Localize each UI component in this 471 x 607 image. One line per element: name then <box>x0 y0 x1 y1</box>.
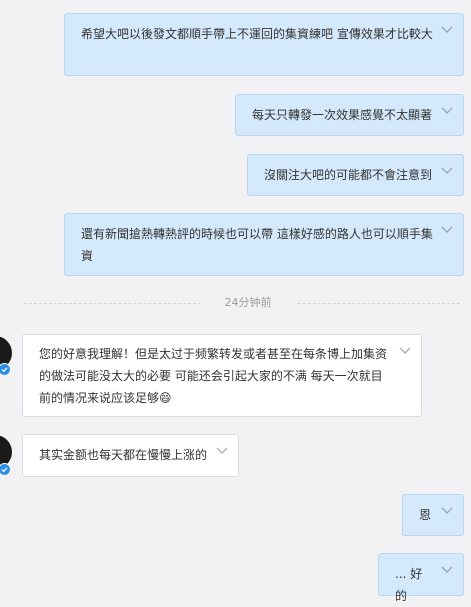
message-text: 每天只轉發一次效果感覺不太顯著 <box>252 108 433 122</box>
timestamp: 24分钟前 <box>200 295 296 311</box>
message-bubble-outgoing[interactable]: ... 好的 <box>378 553 464 603</box>
message-text: ... 好的 <box>395 567 423 603</box>
verified-badge-icon <box>0 363 11 376</box>
message-bubble-incoming[interactable]: 您的好意我理解！但是太过于频繁转发或者甚至在每条博上加集资的做法可能没太大的必要… <box>22 334 422 417</box>
chevron-down-icon[interactable] <box>441 226 453 234</box>
message-text: 還有新聞搶熱轉熱評的時候也可以帶 這樣好感的路人也可以順手集資 <box>81 227 433 263</box>
chevron-down-icon[interactable] <box>216 447 228 455</box>
message-bubble-outgoing[interactable]: 每天只轉發一次效果感覺不太顯著 <box>235 94 464 136</box>
message-text: 其实金额也每天都在慢慢上涨的 <box>39 448 208 462</box>
chevron-down-icon[interactable] <box>441 167 453 175</box>
chevron-down-icon[interactable] <box>441 107 453 115</box>
message-bubble-outgoing[interactable]: 恩 <box>402 494 464 536</box>
message-text: 希望大吧以後發文都順手帶上不運回的集資練吧 宣傳效果才比較大 <box>81 27 433 41</box>
message-bubble-outgoing[interactable]: 沒關注大吧的可能都不會注意到 <box>247 154 464 196</box>
chevron-down-icon[interactable] <box>441 507 453 515</box>
chevron-down-icon[interactable] <box>399 347 411 355</box>
chevron-down-icon[interactable] <box>441 566 453 574</box>
message-bubble-incoming[interactable]: 其实金额也每天都在慢慢上涨的 <box>22 434 239 477</box>
message-text: 沒關注大吧的可能都不會注意到 <box>264 168 433 182</box>
chevron-down-icon[interactable] <box>441 26 453 34</box>
message-text: 您的好意我理解！但是太过于频繁转发或者甚至在每条博上加集资的做法可能没太大的必要… <box>39 347 388 405</box>
verified-badge-icon <box>0 463 11 476</box>
message-bubble-outgoing[interactable]: 希望大吧以後發文都順手帶上不運回的集資練吧 宣傳效果才比較大 <box>64 13 464 76</box>
message-text: 恩 <box>419 508 432 522</box>
message-bubble-outgoing[interactable]: 還有新聞搶熱轉熱評的時候也可以帶 這樣好感的路人也可以順手集資 <box>64 213 464 276</box>
